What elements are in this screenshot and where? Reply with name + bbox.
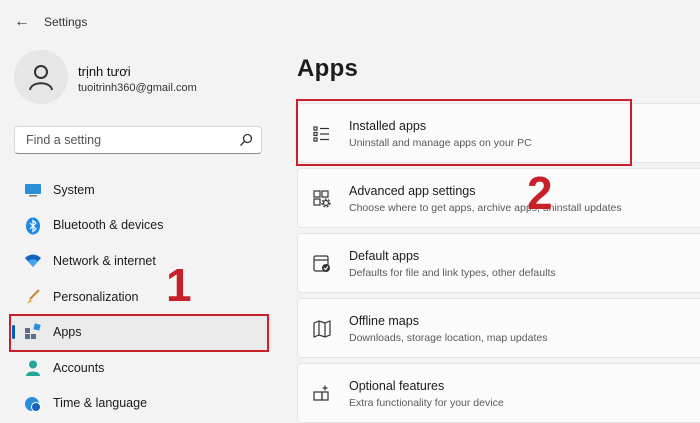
card-description: Downloads, storage location, map updates [349, 332, 548, 344]
sidebar-item-label: System [53, 182, 95, 197]
card-description: Uninstall and manage apps on your PC [349, 137, 532, 149]
avatar [14, 50, 68, 104]
window-title: Settings [44, 15, 88, 29]
user-email: tuoitrinh360@gmail.com [78, 82, 197, 94]
add-feature-icon [313, 385, 329, 401]
default-apps-card[interactable]: Default apps Defaults for file and link … [297, 233, 700, 293]
card-title: Installed apps [349, 119, 427, 133]
offline-maps-card[interactable]: Offline maps Downloads, storage location… [297, 298, 700, 358]
sidebar-item-label: Apps [53, 325, 82, 340]
sidebar-item-personalization[interactable]: Personalization [10, 279, 272, 315]
back-button[interactable]: ← [10, 10, 34, 34]
sidebar-item-accounts[interactable]: Accounts [10, 350, 272, 386]
sidebar-item-label: Accounts [53, 360, 105, 375]
sidebar-item-apps[interactable]: Apps [10, 314, 272, 350]
bluetooth-icon [24, 217, 42, 235]
user-name: trịnh tươi [78, 64, 131, 79]
step-number-2: 2 [527, 167, 553, 219]
globe-clock-icon [24, 395, 42, 413]
sidebar-item-label: Bluetooth & devices [53, 218, 164, 233]
default-apps-icon [313, 255, 330, 272]
sidebar-item-label: Time & language [53, 396, 148, 411]
card-title: Default apps [349, 249, 420, 263]
arrow-left-icon: ← [14, 13, 30, 30]
card-title: Advanced app settings [349, 184, 476, 198]
user-avatar-icon [29, 65, 53, 91]
active-indicator [12, 325, 15, 340]
card-description: Defaults for file and link types, other … [349, 267, 556, 279]
optional-features-card[interactable]: Optional features Extra functionality fo… [297, 363, 700, 423]
card-description: Extra functionality for your device [349, 397, 504, 409]
list-icon [313, 126, 329, 142]
wifi-icon [24, 252, 42, 270]
person-icon [24, 359, 42, 377]
sidebar-item-label: Personalization [53, 289, 139, 304]
search-icon[interactable] [239, 133, 253, 147]
installed-apps-card[interactable]: Installed apps Uninstall and manage apps… [297, 103, 700, 163]
sidebar-item-label: Network & internet [53, 253, 156, 268]
sidebar-item-time-language[interactable]: Time & language [10, 386, 272, 422]
sidebar-item-network[interactable]: Network & internet [10, 243, 272, 279]
sidebar-item-bluetooth[interactable]: Bluetooth & devices [10, 208, 272, 244]
map-icon [313, 320, 331, 338]
search-box[interactable] [14, 126, 262, 154]
monitor-icon [24, 181, 42, 199]
card-title: Optional features [349, 379, 445, 393]
app-settings-icon [313, 190, 331, 208]
title-bar: ← Settings [0, 0, 700, 44]
advanced-app-settings-card[interactable]: Advanced app settings Choose where to ge… [297, 168, 700, 228]
card-description: Choose where to get apps, archive apps, … [349, 202, 622, 214]
step-number-1: 1 [166, 259, 192, 311]
sidebar-item-system[interactable]: System [10, 172, 272, 208]
brush-icon [24, 288, 42, 306]
sidebar-nav: System Bluetooth & devices Network & int… [10, 172, 272, 421]
apps-icon [24, 323, 42, 341]
user-profile[interactable]: trịnh tươi tuoitrinh360@gmail.com [14, 50, 274, 110]
search-input[interactable] [24, 132, 228, 148]
page-title: Apps [297, 55, 359, 82]
card-title: Offline maps [349, 314, 419, 328]
